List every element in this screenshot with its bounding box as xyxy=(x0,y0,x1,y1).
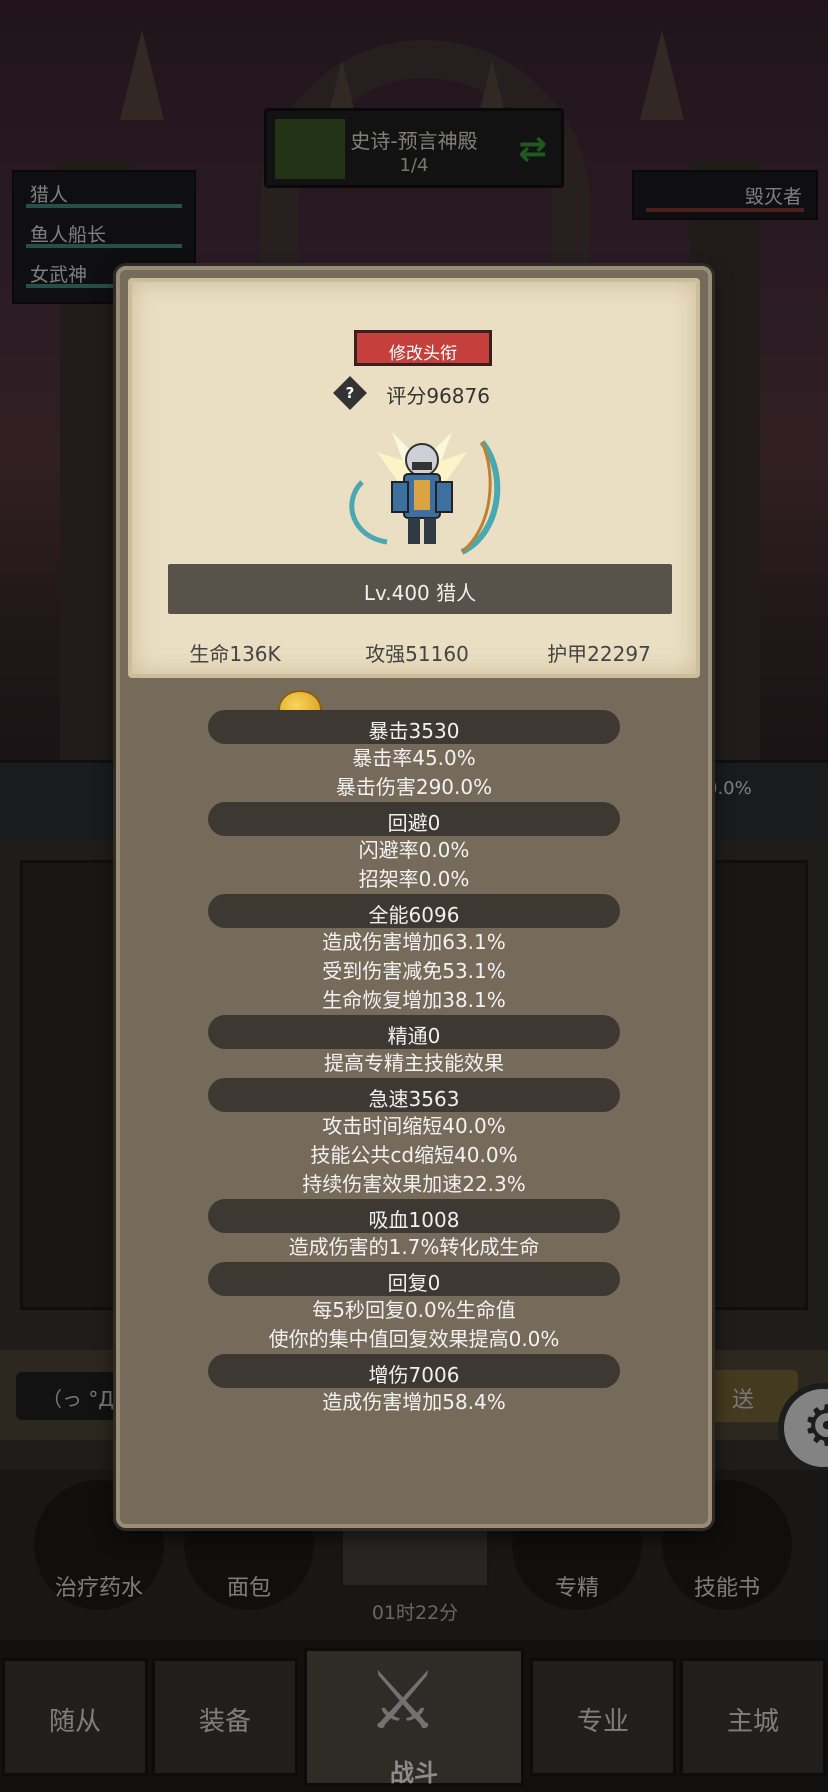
stat-header: 回复0 xyxy=(208,1262,620,1296)
stat-header: 急速3563 xyxy=(208,1078,620,1112)
stat-group-crit: 暴击3530 暴击率45.0% 暴击伤害290.0% xyxy=(120,710,708,802)
stat-line: 闪避率0.0% xyxy=(358,838,470,862)
character-stats-popup: 修改头衔 ? 评分96876 Lv.400 猎人 生命136K 攻强51160 … xyxy=(116,266,712,1528)
stat-line: 造成伤害的1.7%转化成生命 xyxy=(288,1235,540,1259)
core-stat-armor: 护甲22297 xyxy=(547,642,651,666)
score-row: ? 评分96876 xyxy=(132,375,696,410)
stat-header: 吸血1008 xyxy=(208,1199,620,1233)
stat-header: 暴击3530 xyxy=(208,710,620,744)
stat-group-avoidance: 回避0 闪避率0.0% 招架率0.0% xyxy=(120,802,708,894)
character-name-level: Lv.400 猎人 xyxy=(168,564,672,614)
stat-group-haste: 急速3563 攻击时间缩短40.0% 技能公共cd缩短40.0% 持续伤害效果加… xyxy=(120,1078,708,1199)
character-card: 修改头衔 ? 评分96876 Lv.400 猎人 生命136K 攻强51160 … xyxy=(128,278,700,678)
stat-group-regen: 回复0 每5秒回复0.0%生命值 使你的集中值回复效果提高0.0% xyxy=(120,1262,708,1354)
score-value: 评分96876 xyxy=(386,384,490,408)
change-title-button[interactable]: 修改头衔 xyxy=(354,330,492,366)
stat-line: 使你的集中值回复效果提高0.0% xyxy=(268,1327,560,1351)
stat-line: 技能公共cd缩短40.0% xyxy=(310,1143,518,1167)
stat-group-damage-bonus: 增伤7006 造成伤害增加58.4% xyxy=(120,1354,708,1417)
stat-group-versatility: 全能6096 造成伤害增加63.1% 受到伤害减免53.1% 生命恢复增加38.… xyxy=(120,894,708,1015)
stat-line: 生命恢复增加38.1% xyxy=(322,988,506,1012)
stat-header: 增伤7006 xyxy=(208,1354,620,1388)
core-stat-attack-power: 攻强51160 xyxy=(365,642,469,666)
stat-line: 造成伤害增加63.1% xyxy=(322,930,506,954)
stat-line: 暴击伤害290.0% xyxy=(335,775,493,799)
stat-line: 提高专精主技能效果 xyxy=(324,1051,504,1075)
secondary-stats-list: 暴击3530 暴击率45.0% 暴击伤害290.0% 回避0 闪避率0.0% 招… xyxy=(120,710,708,1417)
stat-line: 造成伤害增加58.4% xyxy=(322,1390,506,1414)
stat-line: 招架率0.0% xyxy=(358,867,470,891)
stat-group-lifesteal: 吸血1008 造成伤害的1.7%转化成生命 xyxy=(120,1199,708,1262)
help-icon[interactable]: ? xyxy=(333,375,367,410)
stat-header: 精通0 xyxy=(208,1015,620,1049)
stat-line: 攻击时间缩短40.0% xyxy=(322,1114,506,1138)
hunter-avatar xyxy=(349,432,501,555)
stat-header: 全能6096 xyxy=(208,894,620,928)
stat-header: 回避0 xyxy=(208,802,620,836)
stat-group-mastery: 精通0 提高专精主技能效果 xyxy=(120,1015,708,1078)
stat-line: 每5秒回复0.0%生命值 xyxy=(312,1298,516,1322)
stat-line: 受到伤害减免53.1% xyxy=(322,959,506,983)
stat-line: 暴击率45.0% xyxy=(352,746,476,770)
core-stat-hp: 生命136K xyxy=(189,642,281,666)
stat-line: 持续伤害效果加速22.3% xyxy=(302,1172,526,1196)
